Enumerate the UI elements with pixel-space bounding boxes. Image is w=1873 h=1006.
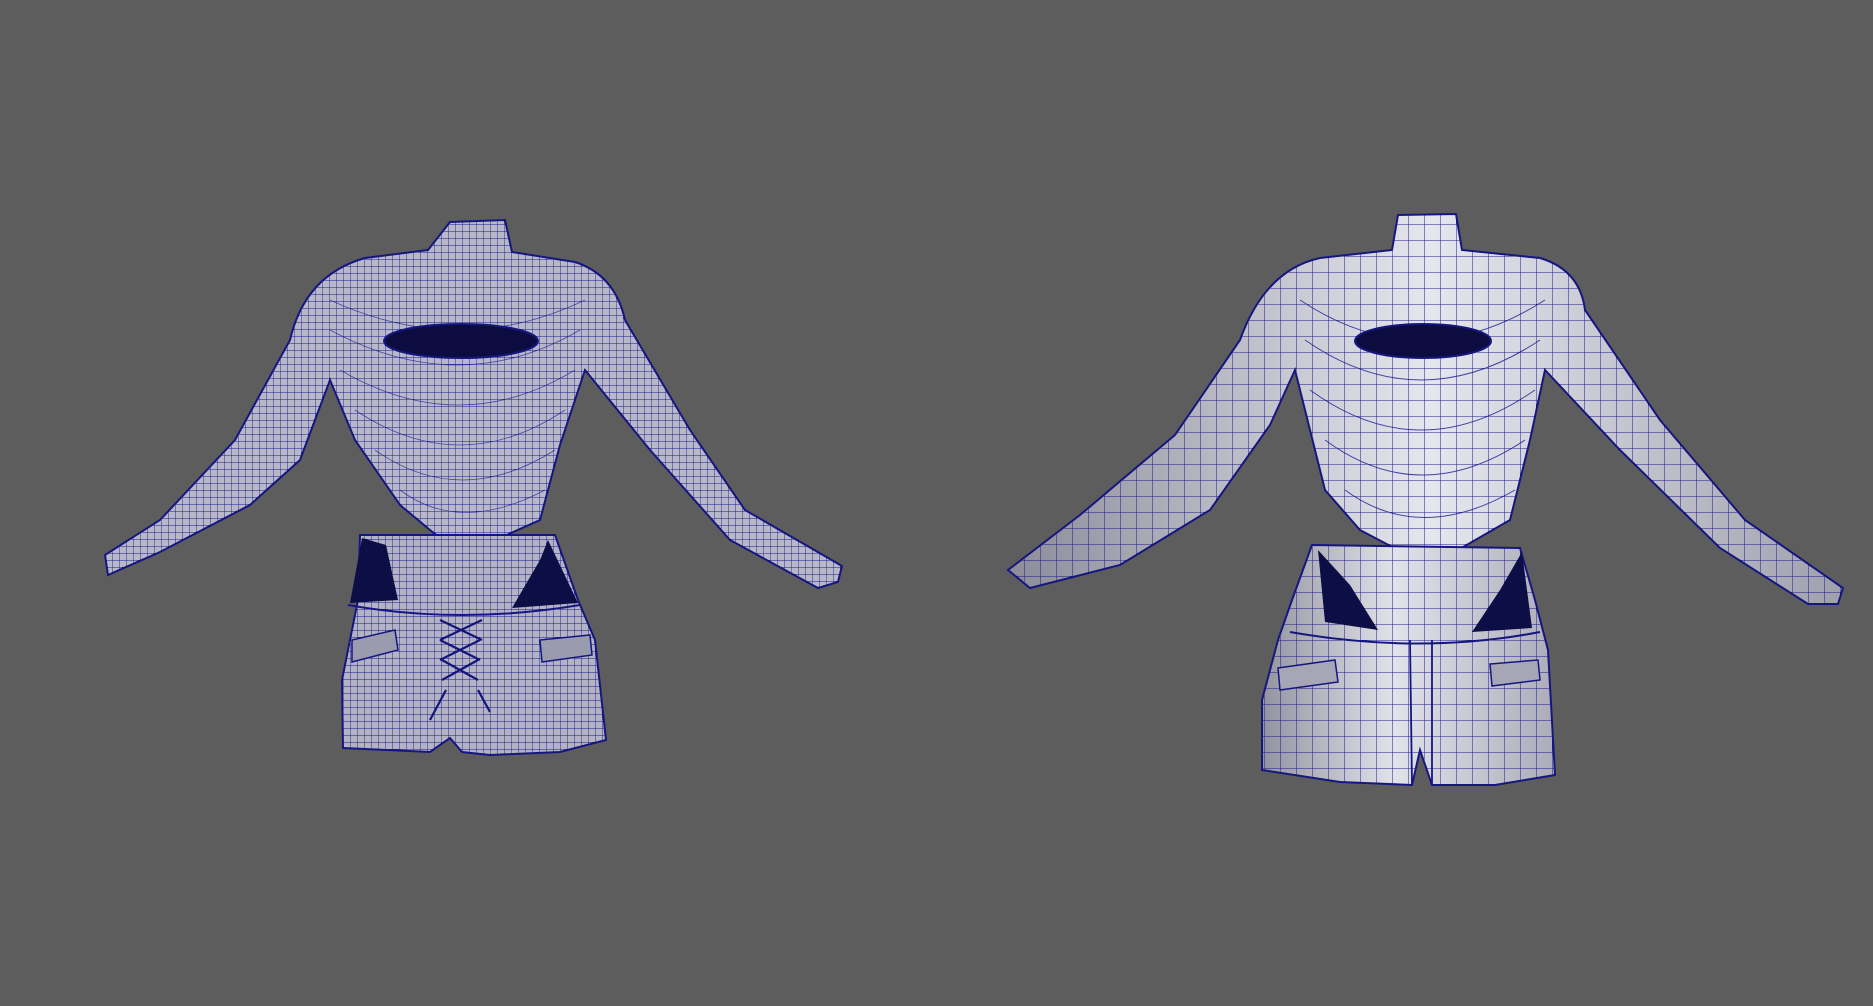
highpoly-garment-model[interactable] [90, 200, 860, 760]
lowpoly-garment-model[interactable] [1000, 200, 1860, 790]
chest-cutout-hole [383, 323, 539, 359]
chest-cutout-hole [1354, 323, 1492, 359]
3d-viewport[interactable] [0, 0, 1873, 1006]
